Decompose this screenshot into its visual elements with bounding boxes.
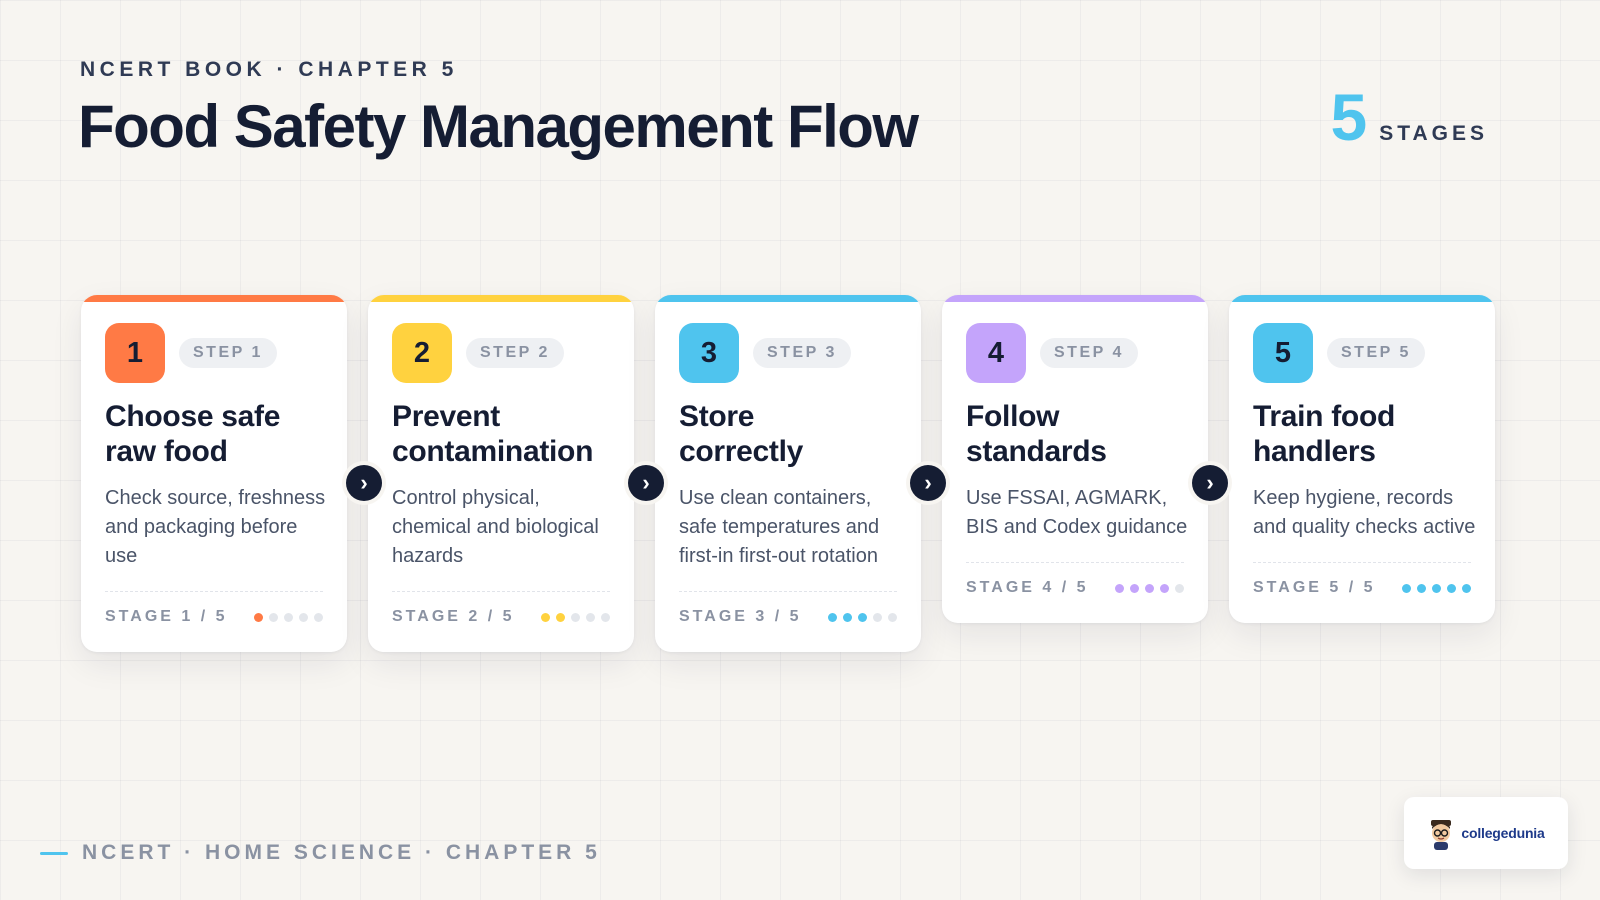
progress-dot	[1145, 583, 1154, 593]
progress-dot	[1175, 583, 1184, 593]
chevron-right-icon: ›	[628, 465, 664, 501]
progress-dot	[541, 612, 550, 622]
stage-label: STAGE 3 / 5	[679, 608, 802, 625]
footer: NCERT · HOME SCIENCE · CHAPTER 5	[40, 841, 601, 865]
step-title-line1: Train food	[1253, 400, 1395, 433]
progress-dots	[828, 612, 897, 622]
step-title: Follow standards	[966, 399, 1191, 469]
card-accent-bar	[81, 295, 347, 302]
brand-name: collegedunia	[1461, 825, 1545, 841]
progress-dot	[314, 612, 323, 622]
card-accent-bar	[655, 295, 921, 302]
stages-count: 5 STAGES	[1330, 84, 1488, 150]
step-title-line2: raw food	[105, 435, 228, 468]
progress-dot	[601, 612, 610, 622]
progress-dot	[858, 612, 867, 622]
card-accent-bar	[368, 295, 634, 302]
step-title-line1: Store	[679, 400, 755, 433]
step-title-line2: handlers	[1253, 435, 1376, 468]
progress-dot	[1402, 583, 1411, 593]
step-number-badge: 3	[679, 323, 739, 383]
progress-dots	[1115, 583, 1184, 593]
step-number-badge: 5	[1253, 323, 1313, 383]
page-title: Food Safety Management Flow	[78, 93, 919, 160]
stage-footer: STAGE 4 / 5	[966, 562, 1184, 597]
step-number-badge: 2	[392, 323, 452, 383]
progress-dot	[1432, 583, 1441, 593]
step-number-badge: 4	[966, 323, 1026, 383]
step-title: Prevent contamination	[392, 399, 617, 469]
stage-label: STAGE 2 / 5	[392, 608, 515, 625]
progress-dot	[1115, 583, 1124, 593]
stages-count-number: 5	[1330, 80, 1368, 154]
progress-dot	[1417, 583, 1426, 593]
step-card-2: 2 STEP 2 Prevent contamination Control p…	[368, 295, 634, 652]
step-title-line2: standards	[966, 435, 1107, 468]
step-description: Keep hygiene, records and quality checks…	[1253, 487, 1476, 538]
brand-logo: collegedunia	[1404, 797, 1568, 869]
progress-dot	[888, 612, 897, 622]
progress-dot	[1462, 583, 1471, 593]
step-card-5: 5 STEP 5 Train food handlers Keep hygien…	[1229, 295, 1495, 623]
step-pill: STEP 4	[1040, 338, 1138, 368]
stage-label: STAGE 4 / 5	[966, 579, 1089, 596]
footer-text: NCERT · HOME SCIENCE · CHAPTER 5	[82, 841, 601, 864]
stage-label: STAGE 1 / 5	[105, 608, 228, 625]
chapter-kicker: NCERT BOOK · CHAPTER 5	[80, 58, 458, 81]
stage-footer: STAGE 5 / 5	[1253, 562, 1471, 597]
mascot-icon	[1431, 820, 1452, 850]
progress-dot	[254, 612, 263, 622]
stage-footer: STAGE 2 / 5	[392, 591, 610, 626]
step-title-line2: contamination	[392, 435, 594, 468]
stages-count-label: STAGES	[1379, 122, 1488, 145]
progress-dots	[1402, 583, 1471, 593]
step-title-line1: Choose safe	[105, 400, 281, 433]
stage-label: STAGE 5 / 5	[1253, 579, 1376, 596]
step-description: Use FSSAI, AGMARK, BIS and Codex guidanc…	[966, 487, 1188, 538]
step-pill: STEP 2	[466, 338, 564, 368]
progress-dot	[873, 612, 882, 622]
step-pill: STEP 3	[753, 338, 851, 368]
progress-dot	[1130, 583, 1139, 593]
step-title: Choose safe raw food	[105, 399, 330, 469]
step-pill: STEP 1	[179, 338, 277, 368]
progress-dot	[571, 612, 580, 622]
progress-dot	[269, 612, 278, 622]
step-pill: STEP 5	[1327, 338, 1425, 368]
step-card-1: 1 STEP 1 Choose safe raw food Check sour…	[81, 295, 347, 652]
chevron-right-icon: ›	[1192, 465, 1228, 501]
progress-dot	[843, 612, 852, 622]
stage-footer: STAGE 1 / 5	[105, 591, 323, 626]
footer-accent-line	[40, 851, 68, 855]
progress-dot	[586, 612, 595, 622]
card-accent-bar	[1229, 295, 1495, 302]
step-description: Use clean containers, safe temperatures …	[679, 487, 880, 567]
progress-dot	[299, 612, 308, 622]
step-title: Train food handlers	[1253, 399, 1478, 469]
step-card-3: 3 STEP 3 Store correctly Use clean conta…	[655, 295, 921, 652]
step-title: Store correctly	[679, 399, 904, 469]
progress-dots	[254, 612, 323, 622]
step-title-line2: correctly	[679, 435, 804, 468]
chevron-right-icon: ›	[910, 465, 946, 501]
progress-dot	[1447, 583, 1456, 593]
flow-diagram: 1 STEP 1 Choose safe raw food Check sour…	[81, 295, 1519, 671]
step-title-line1: Follow	[966, 400, 1060, 433]
step-description: Check source, freshness and packaging be…	[105, 487, 326, 567]
card-accent-bar	[942, 295, 1208, 302]
progress-dot	[1160, 583, 1169, 593]
step-card-4: 4 STEP 4 Follow standards Use FSSAI, AGM…	[942, 295, 1208, 623]
stage-footer: STAGE 3 / 5	[679, 591, 897, 626]
step-number-badge: 1	[105, 323, 165, 383]
chevron-right-icon: ›	[346, 465, 382, 501]
step-description: Control physical, chemical and biologica…	[392, 487, 599, 567]
progress-dot	[556, 612, 565, 622]
step-title-line1: Prevent	[392, 400, 500, 433]
progress-dots	[541, 612, 610, 622]
progress-dot	[828, 612, 837, 622]
progress-dot	[284, 612, 293, 622]
